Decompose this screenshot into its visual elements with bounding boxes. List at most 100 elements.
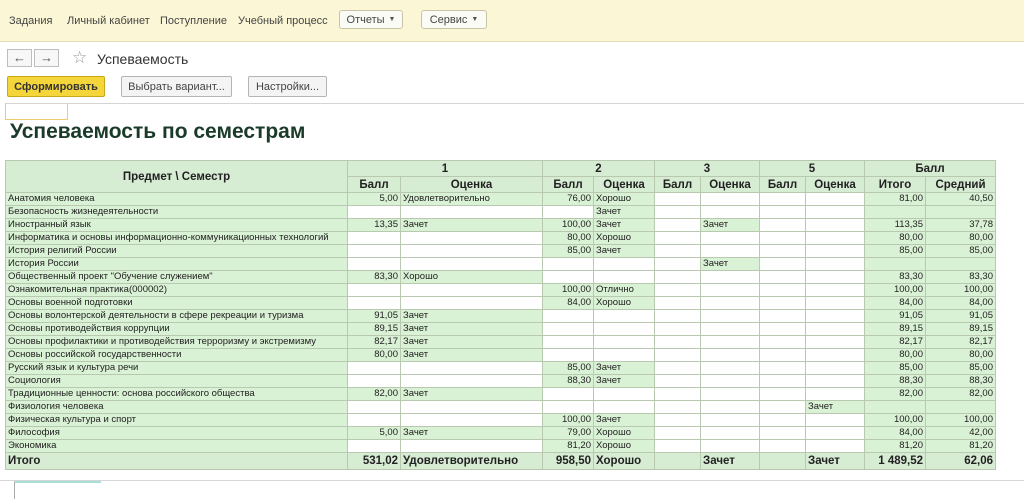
nav-admission[interactable]: Поступление: [160, 15, 227, 27]
grade-cell[interactable]: [805, 257, 865, 271]
totals-cell[interactable]: 1 489,52: [864, 452, 926, 470]
grade-cell[interactable]: [805, 192, 865, 206]
grade-cell[interactable]: [700, 426, 760, 440]
grade-cell[interactable]: [759, 205, 806, 219]
select-variant-button[interactable]: Выбрать вариант...: [121, 76, 232, 97]
grade-cell[interactable]: [400, 296, 543, 310]
subject-cell[interactable]: Основы российской государственности: [5, 348, 348, 362]
grade-cell[interactable]: 80,00: [347, 348, 401, 362]
grade-cell[interactable]: [700, 192, 760, 206]
grade-cell[interactable]: [347, 400, 401, 414]
grade-cell[interactable]: [400, 257, 543, 271]
grade-cell[interactable]: 91,05: [347, 309, 401, 323]
grade-cell[interactable]: 100,00: [925, 283, 996, 297]
grade-cell[interactable]: 82,17: [347, 335, 401, 349]
grade-cell[interactable]: [759, 283, 806, 297]
grade-cell[interactable]: 91,05: [864, 309, 926, 323]
grade-cell[interactable]: 81,00: [864, 192, 926, 206]
grade-cell[interactable]: [400, 439, 543, 453]
subject-cell[interactable]: Основы волонтерской деятельности в сфере…: [5, 309, 348, 323]
grade-cell[interactable]: [700, 322, 760, 336]
grade-cell[interactable]: [654, 270, 701, 284]
subject-cell[interactable]: Экономика: [5, 439, 348, 453]
grade-cell[interactable]: 84,00: [925, 296, 996, 310]
grade-cell[interactable]: [925, 205, 996, 219]
grade-cell[interactable]: [654, 426, 701, 440]
grade-cell[interactable]: 80,00: [925, 348, 996, 362]
totals-cell[interactable]: Зачет: [700, 452, 760, 470]
grade-cell[interactable]: [805, 205, 865, 219]
grade-cell[interactable]: Хорошо: [593, 439, 655, 453]
grade-cell[interactable]: Хорошо: [593, 296, 655, 310]
grade-cell[interactable]: 85,00: [864, 244, 926, 258]
grade-cell[interactable]: Хорошо: [400, 270, 543, 284]
nav-educational-process[interactable]: Учебный процесс: [238, 15, 328, 27]
subject-cell[interactable]: Основы профилактики и противодействия те…: [5, 335, 348, 349]
grade-cell[interactable]: 85,00: [864, 361, 926, 375]
grade-cell[interactable]: [759, 348, 806, 362]
grade-cell[interactable]: [700, 296, 760, 310]
subject-cell[interactable]: Традиционные ценности: основа российског…: [5, 387, 348, 401]
grade-cell[interactable]: Зачет: [700, 257, 760, 271]
nav-tasks[interactable]: Задания: [9, 15, 52, 27]
grade-cell[interactable]: [400, 244, 543, 258]
grade-cell[interactable]: [654, 322, 701, 336]
grade-cell[interactable]: [700, 244, 760, 258]
grade-cell[interactable]: [759, 231, 806, 245]
grade-cell[interactable]: [654, 309, 701, 323]
grade-cell[interactable]: Зачет: [593, 374, 655, 388]
grade-cell[interactable]: [654, 218, 701, 232]
totals-label[interactable]: Итого: [5, 452, 348, 470]
grade-cell[interactable]: [805, 296, 865, 310]
grade-cell[interactable]: [700, 400, 760, 414]
grade-cell[interactable]: [805, 270, 865, 284]
grade-cell[interactable]: 100,00: [864, 413, 926, 427]
grade-cell[interactable]: [700, 335, 760, 349]
grade-cell[interactable]: [805, 439, 865, 453]
grade-cell[interactable]: [542, 270, 594, 284]
grade-cell[interactable]: [864, 257, 926, 271]
grade-cell[interactable]: 100,00: [542, 413, 594, 427]
grade-cell[interactable]: 100,00: [542, 218, 594, 232]
grade-cell[interactable]: 79,00: [542, 426, 594, 440]
subject-cell[interactable]: Физиология человека: [5, 400, 348, 414]
grade-cell[interactable]: [347, 439, 401, 453]
grade-cell[interactable]: [700, 387, 760, 401]
grade-cell[interactable]: [805, 374, 865, 388]
grade-cell[interactable]: [700, 270, 760, 284]
settings-button[interactable]: Настройки...: [248, 76, 327, 97]
grade-cell[interactable]: [654, 400, 701, 414]
grade-cell[interactable]: [700, 413, 760, 427]
grade-cell[interactable]: [593, 335, 655, 349]
grade-cell[interactable]: [805, 387, 865, 401]
totals-cell[interactable]: Удовлетворительно: [400, 452, 543, 470]
grade-cell[interactable]: Хорошо: [593, 192, 655, 206]
subject-cell[interactable]: Информатика и основы информационно-комму…: [5, 231, 348, 245]
grade-cell[interactable]: 80,00: [864, 348, 926, 362]
grade-cell[interactable]: Удовлетворительно: [400, 192, 543, 206]
grade-cell[interactable]: 84,00: [542, 296, 594, 310]
subject-cell[interactable]: Общественный проект "Обучение служением": [5, 270, 348, 284]
grade-cell[interactable]: Зачет: [400, 335, 543, 349]
grade-cell[interactable]: [700, 361, 760, 375]
generate-button[interactable]: Сформировать: [7, 76, 105, 97]
subject-cell[interactable]: Иностранный язык: [5, 218, 348, 232]
grade-cell[interactable]: [347, 257, 401, 271]
subject-cell[interactable]: Безопасность жизнедеятельности: [5, 205, 348, 219]
grade-cell[interactable]: Зачет: [593, 244, 655, 258]
grade-cell[interactable]: [700, 231, 760, 245]
grade-cell[interactable]: [400, 361, 543, 375]
grade-cell[interactable]: Зачет: [593, 413, 655, 427]
grade-cell[interactable]: 85,00: [542, 244, 594, 258]
grade-cell[interactable]: 37,78: [925, 218, 996, 232]
subject-cell[interactable]: Философия: [5, 426, 348, 440]
grade-cell[interactable]: [400, 374, 543, 388]
nav-personal-account[interactable]: Личный кабинет: [67, 15, 150, 27]
grade-cell[interactable]: Отлично: [593, 283, 655, 297]
grade-cell[interactable]: [542, 309, 594, 323]
grade-cell[interactable]: 82,00: [347, 387, 401, 401]
totals-cell[interactable]: [759, 452, 806, 470]
totals-cell[interactable]: Хорошо: [593, 452, 655, 470]
grade-cell[interactable]: [400, 400, 543, 414]
grade-cell[interactable]: 91,05: [925, 309, 996, 323]
